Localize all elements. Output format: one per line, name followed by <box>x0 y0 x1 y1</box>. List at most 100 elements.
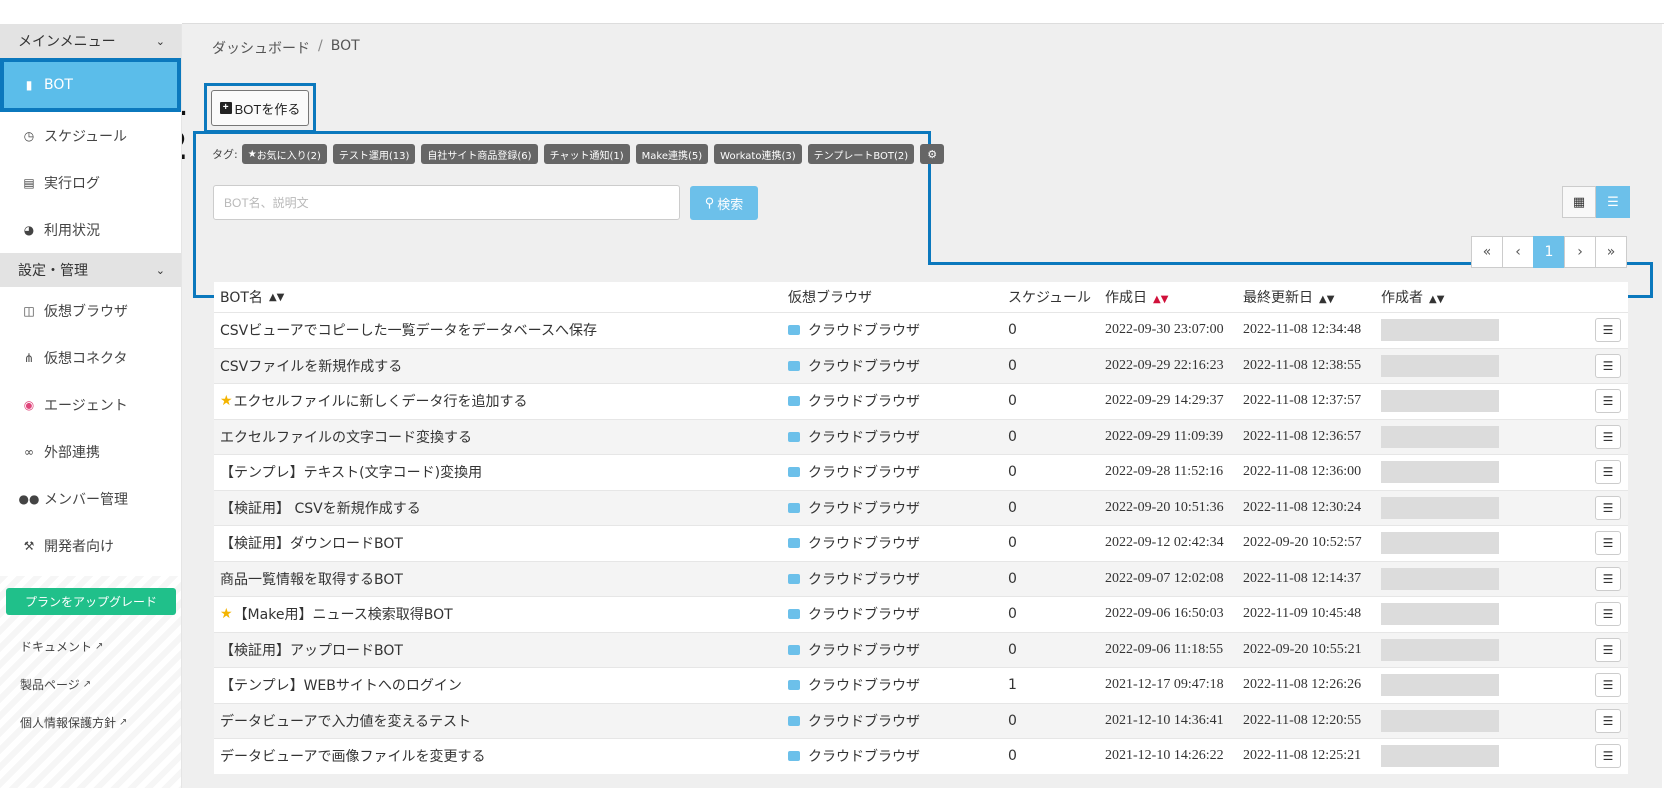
main-menu-header[interactable]: メインメニュー ⌄ <box>0 24 181 58</box>
bot-name-cell[interactable]: ★ 【Make用】ニュース検索取得BOT <box>214 604 788 624</box>
chevron-down-icon: ⌄ <box>155 263 165 277</box>
updated-cell: 2022-11-08 12:37:57 <box>1243 393 1362 409</box>
updated-cell: 2022-11-08 12:38:55 <box>1243 357 1362 373</box>
table-row[interactable]: 【テンプレ】テキスト(文字コード)変換用 クラウドブラウザ 0 2022-09-28 … <box>214 454 1628 490</box>
create-bot-button[interactable]: + BOTを作る <box>211 90 309 126</box>
bot-table: BOT名 ▲▼ 仮想ブラウザ スケジュール 作成日 ▲▼ 最終更新日 ▲▼ 作成者 ▲▼… <box>214 282 1628 774</box>
table-row[interactable]: CSVビューアでコピーした一覧データをデータベースへ保存 クラウドブラウザ 0 202… <box>214 312 1628 348</box>
row-menu-button[interactable]: ☰ <box>1595 708 1621 733</box>
row-menu-button[interactable]: ☰ <box>1595 389 1621 414</box>
sidebar-item-developer[interactable]: ⚒ 開発者向け <box>0 522 181 569</box>
bot-name-cell[interactable]: エクセルファイルの文字コード変換する <box>214 427 788 447</box>
tag-make[interactable]: Make連携(5) <box>635 144 709 164</box>
table-row[interactable]: 【テンプレ】WEBサイトへのログイン クラウドブラウザ 1 2021-12-17 09… <box>214 667 1628 703</box>
table-row[interactable]: ★ 【Make用】ニュース検索取得BOT クラウドブラウザ 0 2022-09-06 1… <box>214 596 1628 632</box>
bot-name-cell[interactable]: 【検証用】アップロードBOT <box>214 640 788 660</box>
documents-link[interactable]: ドキュメント ↗ <box>20 638 103 655</box>
tag-workato[interactable]: Workato連携(3) <box>714 144 802 164</box>
table-row[interactable]: データビューアで画像ファイルを変更する クラウドブラウザ 0 2021-12-10 1… <box>214 738 1628 774</box>
wrench-icon: ⚒ <box>23 538 35 553</box>
header-author[interactable]: 作成者 ▲▼ <box>1381 287 1571 307</box>
row-menu-button[interactable]: ☰ <box>1595 424 1621 449</box>
table-row[interactable]: 【検証用】アップロードBOT クラウドブラウザ 0 2022-09-06 11:18:… <box>214 631 1628 667</box>
last-page-button[interactable]: » <box>1595 236 1627 268</box>
prev-page-button[interactable]: ‹ <box>1502 236 1534 268</box>
table-row[interactable]: 【検証用】 CSVを新規作成する クラウドブラウザ 0 2022-09-20 10:5… <box>214 489 1628 525</box>
product-page-link[interactable]: 製品ページ ↗ <box>20 676 91 693</box>
updated-cell: 2022-11-08 12:26:26 <box>1243 677 1362 693</box>
menu-cell: ☰ <box>1571 318 1621 343</box>
grid-view-icon[interactable]: ▦ <box>1562 186 1596 218</box>
header-bot-name[interactable]: BOT名 ▲▼ <box>214 287 788 307</box>
author-cell <box>1381 425 1571 448</box>
top-bar <box>182 0 1664 24</box>
row-menu-button[interactable]: ☰ <box>1595 566 1621 591</box>
first-page-button[interactable]: « <box>1471 236 1503 268</box>
menu-cell: ☰ <box>1571 389 1621 414</box>
row-menu-button[interactable]: ☰ <box>1595 744 1621 769</box>
row-menu-button[interactable]: ☰ <box>1595 637 1621 662</box>
table-row[interactable]: データビューアで入力値を変えるテスト クラウドブラウザ 0 2021-12-10 14… <box>214 702 1628 738</box>
sidebar-item-virtual-connector[interactable]: ⋔ 仮想コネクタ <box>0 334 181 381</box>
next-page-button[interactable]: › <box>1564 236 1596 268</box>
sidebar-item-bot[interactable]: ▮ BOT <box>0 58 181 112</box>
bot-name-cell[interactable]: ★ エクセルファイルに新しくデータ行を追加する <box>214 391 788 411</box>
bot-name-cell[interactable]: データビューアで入力値を変えるテスト <box>214 711 788 731</box>
breadcrumb-dashboard[interactable]: ダッシュボード <box>212 38 310 58</box>
header-schedule: スケジュール <box>1006 287 1105 307</box>
tag-test[interactable]: テスト運用(13) <box>332 144 416 164</box>
settings-header[interactable]: 設定・管理 ⌄ <box>0 253 181 287</box>
sidebar-item-execution-log[interactable]: ▤ 実行ログ <box>0 159 181 206</box>
upgrade-plan-button[interactable]: プランをアップグレード <box>6 588 176 615</box>
tag-product-registration[interactable]: 自社サイト商品登録(6) <box>421 144 538 164</box>
bot-name-cell[interactable]: データビューアで画像ファイルを変更する <box>214 746 788 766</box>
row-menu-button[interactable]: ☰ <box>1595 602 1621 627</box>
tag-template[interactable]: テンプレートBOT(2) <box>807 144 915 164</box>
bot-name-cell[interactable]: 【テンプレ】WEBサイトへのログイン <box>214 675 788 695</box>
row-menu-button[interactable]: ☰ <box>1595 460 1621 485</box>
sidebar-item-usage[interactable]: ◕ 利用状況 <box>0 206 181 253</box>
gear-icon[interactable]: ⚙ <box>920 144 945 164</box>
author-redacted <box>1381 709 1499 732</box>
tag-favorites[interactable]: ★ お気に入り(2) <box>241 144 327 164</box>
author-cell <box>1381 390 1571 413</box>
bot-name: 商品一覧情報を取得するBOT <box>220 571 403 588</box>
updated-cell: 2022-11-08 12:30:24 <box>1243 499 1362 515</box>
created-cell: 2022-09-30 23:07:00 <box>1105 322 1224 338</box>
updated-cell: 2022-11-08 12:25:21 <box>1243 748 1362 764</box>
table-row[interactable]: エクセルファイルの文字コード変換する クラウドブラウザ 0 2022-09-29 11… <box>214 418 1628 454</box>
bot-name-cell[interactable]: 商品一覧情報を取得するBOT <box>214 569 788 589</box>
row-menu-button[interactable]: ☰ <box>1595 318 1621 343</box>
bot-name-cell[interactable]: 【検証用】 CSVを新規作成する <box>214 498 788 518</box>
privacy-policy-link[interactable]: 個人情報保護方針 ↗ <box>20 714 127 731</box>
header-created[interactable]: 作成日 ▲▼ <box>1105 287 1243 307</box>
main-content: ダッシュボード / BOT + BOTを作る タグ: ★ お気に入り(2) テスト… <box>182 24 1662 788</box>
table-row[interactable]: 商品一覧情報を取得するBOT クラウドブラウザ 0 2022-09-07 12:02:… <box>214 560 1628 596</box>
row-menu-button[interactable]: ☰ <box>1595 495 1621 520</box>
current-page-button[interactable]: 1 <box>1533 236 1565 268</box>
row-menu-button[interactable]: ☰ <box>1595 531 1621 556</box>
bot-name-cell[interactable]: 【検証用】ダウンロードBOT <box>214 533 788 553</box>
bot-name-cell[interactable]: 【テンプレ】テキスト(文字コード)変換用 <box>214 462 788 482</box>
header-updated[interactable]: 最終更新日 ▲▼ <box>1243 287 1381 307</box>
table-row[interactable]: ★ エクセルファイルに新しくデータ行を追加する クラウドブラウザ 0 2022-09-2… <box>214 383 1628 419</box>
search-input[interactable] <box>213 185 680 220</box>
browser-cell: クラウドブラウザ <box>788 533 1006 553</box>
search-button[interactable]: ⚲ 検索 <box>690 186 758 220</box>
row-menu-button[interactable]: ☰ <box>1595 353 1621 378</box>
sidebar-item-member-management[interactable]: ●● メンバー管理 <box>0 475 181 522</box>
sidebar-item-agent[interactable]: ◉ エージェント <box>0 381 181 428</box>
bot-name-cell[interactable]: CSVビューアでコピーした一覧データをデータベースへ保存 <box>214 320 788 340</box>
table-row[interactable]: 【検証用】ダウンロードBOT クラウドブラウザ 0 2022-09-12 02:42:… <box>214 525 1628 561</box>
bot-name-cell[interactable]: CSVファイルを新規作成する <box>214 356 788 376</box>
table-row[interactable]: CSVファイルを新規作成する クラウドブラウザ 0 2022-09-29 22:16:… <box>214 347 1628 383</box>
sort-desc-icon: ▲▼ <box>1153 294 1169 305</box>
list-view-icon[interactable]: ☰ <box>1596 186 1630 218</box>
sidebar-item-virtual-browser[interactable]: ◫ 仮想ブラウザ <box>0 287 181 334</box>
highlight-top <box>193 131 931 134</box>
tag-chat-notification[interactable]: チャット通知(1) <box>543 144 630 164</box>
sidebar-item-external-integration[interactable]: ∞ 外部連携 <box>0 428 181 475</box>
cloud-browser-icon <box>788 644 800 655</box>
sidebar-item-schedule[interactable]: ◷ スケジュール <box>0 112 181 159</box>
row-menu-button[interactable]: ☰ <box>1595 673 1621 698</box>
